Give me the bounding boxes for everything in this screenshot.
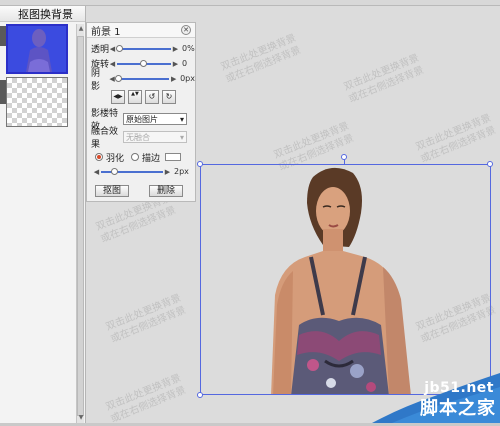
rotate-right-icon[interactable]: ↻ [162, 90, 176, 104]
slider-knob[interactable] [140, 59, 147, 67]
canvas-area[interactable]: 双击此处更换背景 或在右侧选择背景 双击此处更换背景 或在右侧选择背景 双击此处更换… [86, 6, 500, 423]
effect-value: 原始图片 [126, 114, 158, 124]
watermark-text: 双击此处更换背景 或在右侧选择背景 [219, 32, 303, 86]
watermark-text: 双击此处更换背景 或在右侧选择背景 [104, 372, 188, 423]
slider-knob[interactable] [111, 167, 118, 175]
layer-thumb-transparent[interactable] [6, 77, 68, 127]
scroll-down-icon[interactable]: ▼ [78, 414, 84, 422]
scrollbar-thumb[interactable] [77, 36, 84, 416]
layer-thumb-photo[interactable] [6, 24, 68, 74]
flip-vertical-icon[interactable]: ▲▼ [128, 90, 142, 104]
decrease-arrow-icon[interactable]: ◀ [109, 75, 116, 83]
properties-header: 前景 1 ✕ [87, 23, 195, 38]
stroke-radio[interactable] [131, 153, 140, 161]
increase-arrow-icon[interactable]: ▶ [170, 75, 177, 83]
shadow-slider-row: 阴影 ◀ ▶ 0px [87, 69, 195, 92]
stroke-label: 描边 [142, 153, 161, 164]
slider-value: 0 [182, 59, 188, 68]
slider-value: 0% [182, 44, 195, 53]
effect-select[interactable]: 原始图片 ▾ [123, 113, 187, 125]
feather-label: 羽化 [106, 153, 125, 164]
decrease-arrow-icon[interactable]: ◀ [109, 45, 116, 53]
layer-photo-preview [8, 26, 66, 72]
opacity-slider-row: 透明 ◀ ▶ 0% [87, 41, 195, 56]
feather-slider[interactable] [101, 167, 163, 175]
blend-row: 融合效果 无融合 ▾ [87, 127, 195, 150]
shadow-slider[interactable] [115, 74, 170, 82]
action-buttons: 抠图 删除 [87, 179, 195, 197]
close-icon[interactable]: ✕ [181, 25, 191, 35]
foreground-selection[interactable] [200, 164, 491, 395]
rotation-slider[interactable] [117, 59, 171, 67]
decrease-arrow-icon[interactable]: ◀ [93, 168, 100, 176]
delete-button[interactable]: 删除 [149, 185, 184, 197]
slider-label: 阴影 [91, 68, 101, 92]
layers-scrollbar[interactable]: ▲ ▼ [76, 24, 84, 423]
watermark-text: 双击此处更换背景 或在右侧选择背景 [342, 52, 426, 106]
rotate-left-icon[interactable]: ↺ [145, 90, 159, 104]
opacity-slider[interactable] [116, 44, 171, 52]
blend-select[interactable]: 无融合 ▾ [123, 131, 187, 143]
feather-slider-row: ◀ ▶ 2px [87, 164, 195, 179]
slider-value: 2px [174, 167, 189, 176]
site-logo: jb51.net 脚本之家 [372, 367, 500, 423]
logo-name-text: 脚本之家 [420, 398, 496, 419]
resize-handle-bottom-left[interactable] [197, 392, 203, 398]
rotation-handle[interactable] [341, 154, 347, 160]
increase-arrow-icon[interactable]: ▶ [172, 60, 179, 68]
blend-value: 无融合 [126, 132, 150, 142]
increase-arrow-icon[interactable]: ▶ [172, 45, 179, 53]
foreground-person-image [271, 167, 411, 394]
feather-radio[interactable] [95, 153, 103, 161]
edge-options-row: 羽化 描边 [87, 150, 195, 164]
layer-tab-marker [0, 26, 6, 46]
chevron-down-icon: ▾ [179, 114, 184, 124]
resize-handle-top-right[interactable] [487, 161, 493, 167]
slider-label: 透明 [91, 45, 110, 55]
cutout-button[interactable]: 抠图 [95, 185, 130, 197]
layers-panel: 抠图换背景 ▲ ▼ [0, 6, 86, 423]
scroll-up-icon[interactable]: ▲ [78, 25, 84, 33]
flip-horizontal-icon[interactable]: ◀▶ [111, 90, 125, 104]
properties-title: 前景 1 [91, 26, 121, 38]
chevron-down-icon: ▾ [179, 132, 184, 142]
slider-knob[interactable] [115, 74, 123, 82]
resize-handle-top-left[interactable] [197, 161, 203, 167]
layer-tab-marker [0, 80, 6, 104]
blend-label: 融合效果 [91, 127, 119, 150]
properties-panel: 前景 1 ✕ 透明 ◀ ▶ 0% 旋转 ◀ ▶ 0 阴影 ◀ ▶ 0px ◀▶ … [86, 22, 196, 202]
watermark-text: 双击此处更换背景 或在右侧选择背景 [104, 292, 188, 346]
increase-arrow-icon[interactable]: ▶ [164, 168, 171, 176]
watermark-text: 双击此处更换背景 或在右侧选择背景 [414, 112, 498, 166]
stroke-color-swatch[interactable] [165, 153, 182, 161]
slider-knob[interactable] [116, 44, 123, 52]
decrease-arrow-icon[interactable]: ◀ [109, 60, 116, 68]
slider-value: 0px [180, 74, 195, 83]
layers-panel-title: 抠图换背景 [0, 6, 85, 22]
